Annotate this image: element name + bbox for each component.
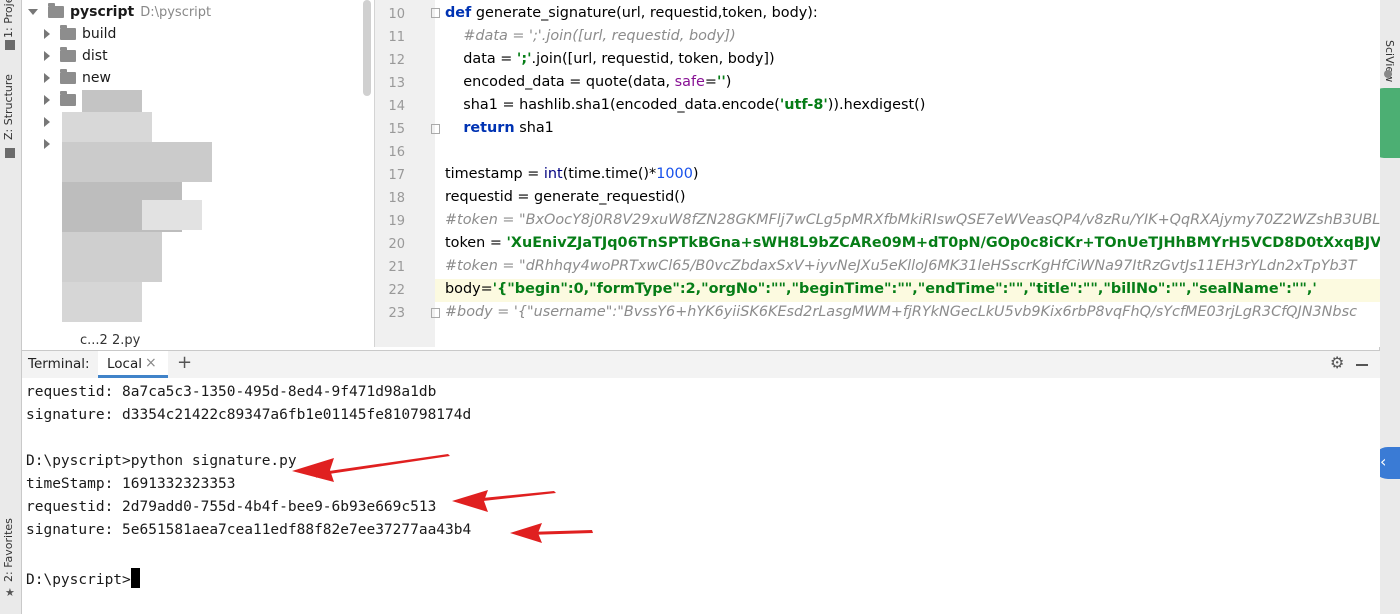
project-tool-tab[interactable]: 1: Project	[2, 0, 15, 38]
chevron-down-icon	[28, 9, 38, 15]
folder-icon	[60, 69, 76, 84]
folder-icon	[60, 25, 76, 40]
star-icon: ★	[5, 586, 15, 599]
chevron-left-icon: ‹	[1380, 452, 1387, 471]
code-line: #body = '{"username":"BvssY6+hYK6yiiSK6K…	[445, 304, 1357, 320]
line-number: 11	[388, 30, 405, 45]
code-line: data = ';'.join([url, requestid, token, …	[445, 51, 775, 67]
chevron-right-icon	[44, 29, 50, 39]
chevron-right-icon	[44, 73, 50, 83]
gear-icon[interactable]: ⚙	[1330, 353, 1344, 372]
chevron-right-icon	[44, 117, 50, 127]
scroll-dot-icon	[1384, 70, 1392, 78]
right-tool-strip: SciView ‹	[1370, 0, 1400, 614]
terminal-output[interactable]: requestid: 8a7ca5c3-1350-495d-8ed4-9f471…	[22, 378, 1380, 614]
tree-root[interactable]: pyscript D:\pyscript	[28, 1, 211, 23]
line-number: 23	[388, 306, 405, 321]
tree-item-label: new	[82, 70, 111, 86]
fold-marker-icon[interactable]	[431, 308, 440, 318]
line-number: 17	[388, 168, 405, 183]
add-terminal-button[interactable]: +	[177, 352, 192, 373]
tree-item-partial-file[interactable]: c...2 2.py	[80, 330, 140, 347]
line-number: 15	[388, 122, 405, 137]
root-name: pyscript	[70, 4, 135, 20]
code-line: #token = "BxOocY8j0R8V29xuW8fZN28GKMFlj7…	[445, 212, 1380, 228]
red-arrow-1-head	[292, 458, 334, 482]
code-line: #data = ';'.join([url, requestid, body])	[463, 28, 736, 44]
chevron-right-icon	[44, 95, 50, 105]
tab-local-label: Local	[107, 356, 142, 372]
code-line: #token = "dRhhqy4woPRTxwCl65/B0vcZbdaxSx…	[445, 258, 1357, 274]
fold-marker-icon[interactable]	[431, 124, 440, 134]
line-number: 12	[388, 53, 405, 68]
folder-icon	[60, 47, 76, 62]
code-line: requestid = generate_requestid()	[445, 189, 686, 205]
project-tool-icon	[5, 40, 15, 50]
close-icon[interactable]: ×	[145, 355, 157, 371]
chevron-right-icon	[44, 51, 50, 61]
tree-scrollbar[interactable]	[363, 0, 371, 96]
line-number: 14	[388, 99, 405, 114]
annotation-arrows	[292, 454, 593, 543]
chevron-right-icon	[44, 139, 50, 149]
code-line: return sha1	[463, 120, 554, 136]
code-line: body='{"begin":0,"formType":2,"orgNo":""…	[445, 281, 1317, 297]
tree-item-label: build	[82, 26, 117, 42]
tree-item-obscured[interactable]	[44, 111, 60, 133]
terminal-title: Terminal:	[28, 356, 90, 372]
root-path: D:\pyscript	[140, 5, 212, 20]
code-line: token = 'XuEnivZJaTJq06TnSPTkBGna+sWH8L9…	[445, 235, 1380, 251]
left-tool-strip: 1: Project Z: Structure 2: Favorites ★	[0, 0, 22, 614]
line-number: 22	[388, 283, 405, 298]
code-editor[interactable]: 10 11 12 13 14 15 16 17 18 19 20 21 22 23 def generat…	[375, 0, 1380, 347]
code-line: def generate_signature(url, requestid,to…	[445, 5, 818, 21]
tree-item-obscured[interactable]	[44, 89, 82, 111]
folder-icon	[48, 3, 64, 18]
line-number: 16	[388, 145, 405, 160]
red-arrow-2-head	[452, 490, 488, 512]
code-line: timestamp = int(time.time()*1000)	[445, 166, 699, 182]
terminal-tab-bar: Terminal: Local × + ⚙	[22, 350, 1380, 379]
project-panel: pyscript D:\pyscript build dist new c...2…	[22, 0, 375, 347]
tree-item-new[interactable]: new	[44, 67, 111, 89]
fold-marker-icon[interactable]	[431, 8, 440, 18]
code-line: encoded_data = quote(data, safe='')	[445, 74, 732, 90]
line-number: 20	[388, 237, 405, 252]
line-number: 21	[388, 260, 405, 275]
red-arrow-3-head	[510, 523, 542, 543]
line-number: 10	[388, 7, 405, 22]
tab-local[interactable]: Local ×	[98, 351, 168, 378]
line-number: 18	[388, 191, 405, 206]
tree-item-obscured[interactable]	[44, 133, 60, 155]
tree-item-build[interactable]: build	[44, 23, 116, 45]
tree-item-label: dist	[82, 48, 108, 64]
folder-icon	[60, 91, 76, 106]
line-number: 13	[388, 76, 405, 91]
minimize-icon[interactable]	[1356, 364, 1368, 366]
code-line: sha1 = hashlib.sha1(encoded_data.encode(…	[445, 97, 926, 113]
line-number: 19	[388, 214, 405, 229]
tree-item-dist[interactable]: dist	[44, 45, 108, 67]
favorites-tool-tab[interactable]: 2: Favorites	[2, 518, 15, 582]
structure-tool-tab[interactable]: Z: Structure	[2, 74, 15, 140]
red-arrow-1	[316, 454, 450, 478]
structure-tool-icon	[5, 148, 15, 158]
